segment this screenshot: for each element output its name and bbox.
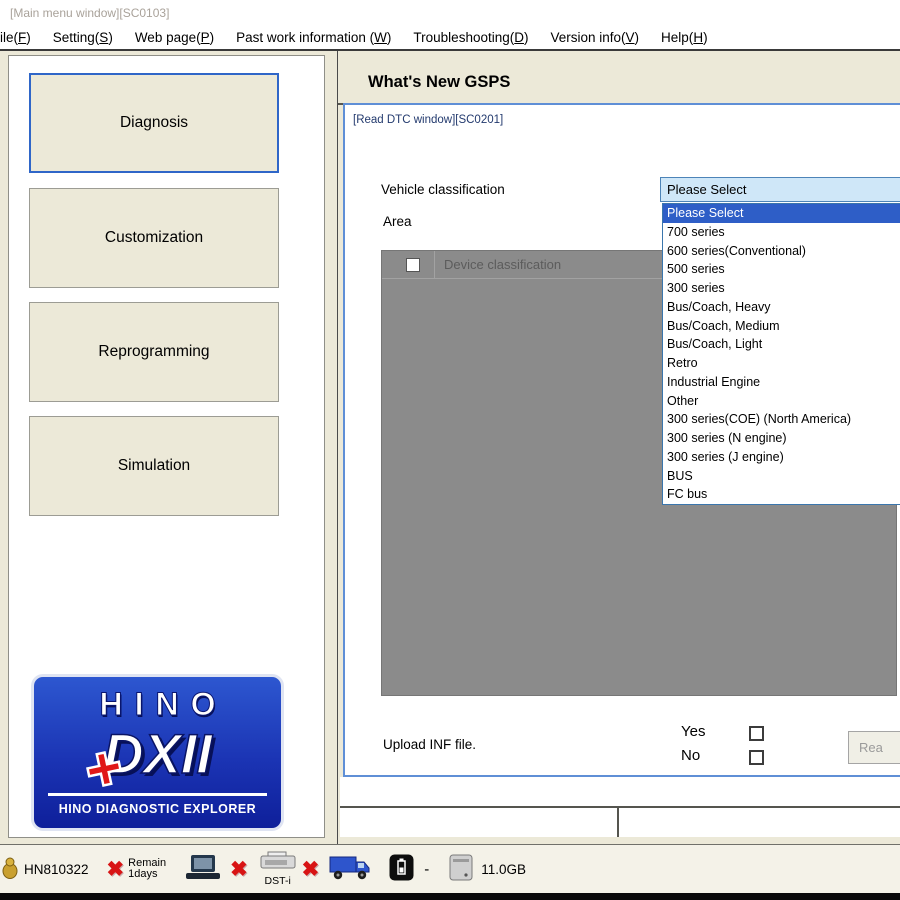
- main-area: What's New GSPS [Read DTC window][SC0201…: [338, 51, 900, 844]
- dropdown-option[interactable]: 300 series(COE) (North America): [663, 410, 900, 429]
- user-status-icon: [2, 857, 18, 882]
- menu-item-file[interactable]: ile(F): [0, 30, 31, 45]
- diagnosis-button[interactable]: Diagnosis: [29, 73, 279, 173]
- menu-label-part: Help(: [661, 30, 693, 45]
- read-button[interactable]: Rea: [848, 731, 900, 764]
- sidebar-panel: Diagnosis Customization Reprogramming Si…: [8, 55, 325, 838]
- yes-label: Yes: [681, 723, 705, 740]
- error-x-icon: ✖: [107, 859, 125, 880]
- menu-label-part: Web page(: [135, 30, 201, 45]
- menu-item-troubleshooting[interactable]: Troubleshooting(D): [413, 30, 528, 45]
- menu-item-setting[interactable]: Setting(S): [53, 30, 113, 45]
- menu-accesskey: V: [626, 30, 635, 45]
- dropdown-option[interactable]: Retro: [663, 354, 900, 373]
- menu-label-part: ): [524, 30, 529, 45]
- customization-button[interactable]: Customization: [29, 188, 279, 288]
- battery-icon: [389, 854, 414, 884]
- menu-label-part: Past work information (: [236, 30, 374, 45]
- menu-accesskey: S: [99, 30, 108, 45]
- logo-divider: [48, 793, 267, 796]
- vehicle-classification-dropdown: Please Select 700 series 600 series(Conv…: [662, 203, 900, 505]
- menu-label-part: ): [703, 30, 708, 45]
- sidebar: Diagnosis Customization Reprogramming Si…: [0, 51, 338, 844]
- dst-device: DST-i: [260, 851, 296, 887]
- disk-space-text: 11.0GB: [481, 862, 526, 877]
- dropdown-option[interactable]: Bus/Coach, Medium: [663, 317, 900, 336]
- dst-device-icon: [260, 851, 296, 874]
- hard-drive-icon: [449, 854, 473, 884]
- dropdown-option[interactable]: 300 series (J engine): [663, 448, 900, 467]
- dropdown-option[interactable]: Bus/Coach, Heavy: [663, 298, 900, 317]
- device-id-text: HN810322: [24, 862, 89, 877]
- menu-label-part: ): [26, 30, 31, 45]
- page-title: What's New GSPS: [368, 73, 510, 92]
- dst-label: DST-i: [265, 875, 291, 887]
- dropdown-option[interactable]: 300 series: [663, 279, 900, 298]
- menu-accesskey: W: [374, 30, 387, 45]
- logo-tagline: HINO DIAGNOSTIC EXPLORER: [34, 802, 281, 816]
- app-window: [Main menu window][SC0103] ile(F) Settin…: [0, 0, 900, 900]
- remain-line1: Remain: [128, 857, 166, 869]
- error-x-icon: ✖: [230, 859, 248, 880]
- dropdown-option[interactable]: Industrial Engine: [663, 373, 900, 392]
- column-divider: [434, 251, 435, 279]
- bottom-black-strip: [0, 893, 900, 900]
- window-status-cells: [340, 777, 900, 837]
- menu-label-part: ): [210, 30, 215, 45]
- read-dtc-dialog: [Read DTC window][SC0201] Vehicle classi…: [343, 103, 900, 777]
- dialog-title: [Read DTC window][SC0201]: [353, 114, 503, 126]
- menu-label-part: Troubleshooting(: [413, 30, 514, 45]
- menu-label-part: ile(: [0, 30, 18, 45]
- reprogramming-button[interactable]: Reprogramming: [29, 302, 279, 402]
- status-cells-divider: [340, 806, 900, 808]
- status-bar: HN810322 ✖ Remain 1days ✖ DST-i: [0, 844, 900, 893]
- menu-item-past-work[interactable]: Past work information (W): [236, 30, 391, 45]
- error-x-icon: ✖: [302, 859, 320, 880]
- window-title: [Main menu window][SC0103]: [0, 0, 900, 25]
- logo-product-text: DXII: [34, 723, 281, 789]
- dropdown-option[interactable]: Other: [663, 392, 900, 411]
- remain-line2: 1days: [128, 868, 157, 880]
- menu-item-web-page[interactable]: Web page(P): [135, 30, 214, 45]
- simulation-button[interactable]: Simulation: [29, 416, 279, 516]
- menu-bar: ile(F) Setting(S) Web page(P) Past work …: [0, 25, 900, 51]
- dropdown-option[interactable]: 300 series (N engine): [663, 429, 900, 448]
- dropdown-option[interactable]: 500 series: [663, 260, 900, 279]
- truck-icon: [329, 854, 371, 885]
- menu-label-part: ): [108, 30, 113, 45]
- vehicle-classification-combobox[interactable]: Please Select: [660, 177, 900, 202]
- menu-accesskey: H: [693, 30, 703, 45]
- dropdown-option[interactable]: 600 series(Conventional): [663, 242, 900, 261]
- menu-label-part: ): [635, 30, 640, 45]
- status-cells-vertical-divider: [617, 806, 619, 837]
- menu-label-part: ): [387, 30, 392, 45]
- logo-brand-text: HINO: [34, 685, 281, 723]
- battery-status-text: -: [424, 861, 429, 878]
- dropdown-option[interactable]: BUS: [663, 467, 900, 486]
- select-all-checkbox[interactable]: [406, 258, 420, 272]
- area-label: Area: [383, 214, 412, 229]
- yes-checkbox[interactable]: [749, 726, 764, 741]
- menu-accesskey: D: [514, 30, 524, 45]
- menu-item-version-info[interactable]: Version info(V): [550, 30, 639, 45]
- upload-inf-label: Upload INF file.: [383, 737, 476, 752]
- no-checkbox[interactable]: [749, 750, 764, 765]
- dropdown-option[interactable]: Bus/Coach, Light: [663, 335, 900, 354]
- menu-label-part: Setting(: [53, 30, 100, 45]
- red-cross-icon: [86, 737, 122, 799]
- menu-item-help[interactable]: Help(H): [661, 30, 708, 45]
- dropdown-option[interactable]: 700 series: [663, 223, 900, 242]
- remain-days-text: Remain 1days: [128, 858, 166, 881]
- menu-label-part: Version info(: [550, 30, 625, 45]
- vehicle-classification-label: Vehicle classification: [381, 182, 505, 197]
- device-classification-column: Device classification: [444, 257, 561, 272]
- dropdown-option[interactable]: Please Select: [663, 204, 900, 223]
- no-label: No: [681, 747, 700, 764]
- hino-dx2-logo: HINO DXII HINO DIAGNOSTIC EXPLORER: [31, 674, 284, 831]
- laptop-icon: [184, 855, 222, 884]
- dropdown-option[interactable]: FC bus: [663, 485, 900, 504]
- menu-accesskey: P: [201, 30, 210, 45]
